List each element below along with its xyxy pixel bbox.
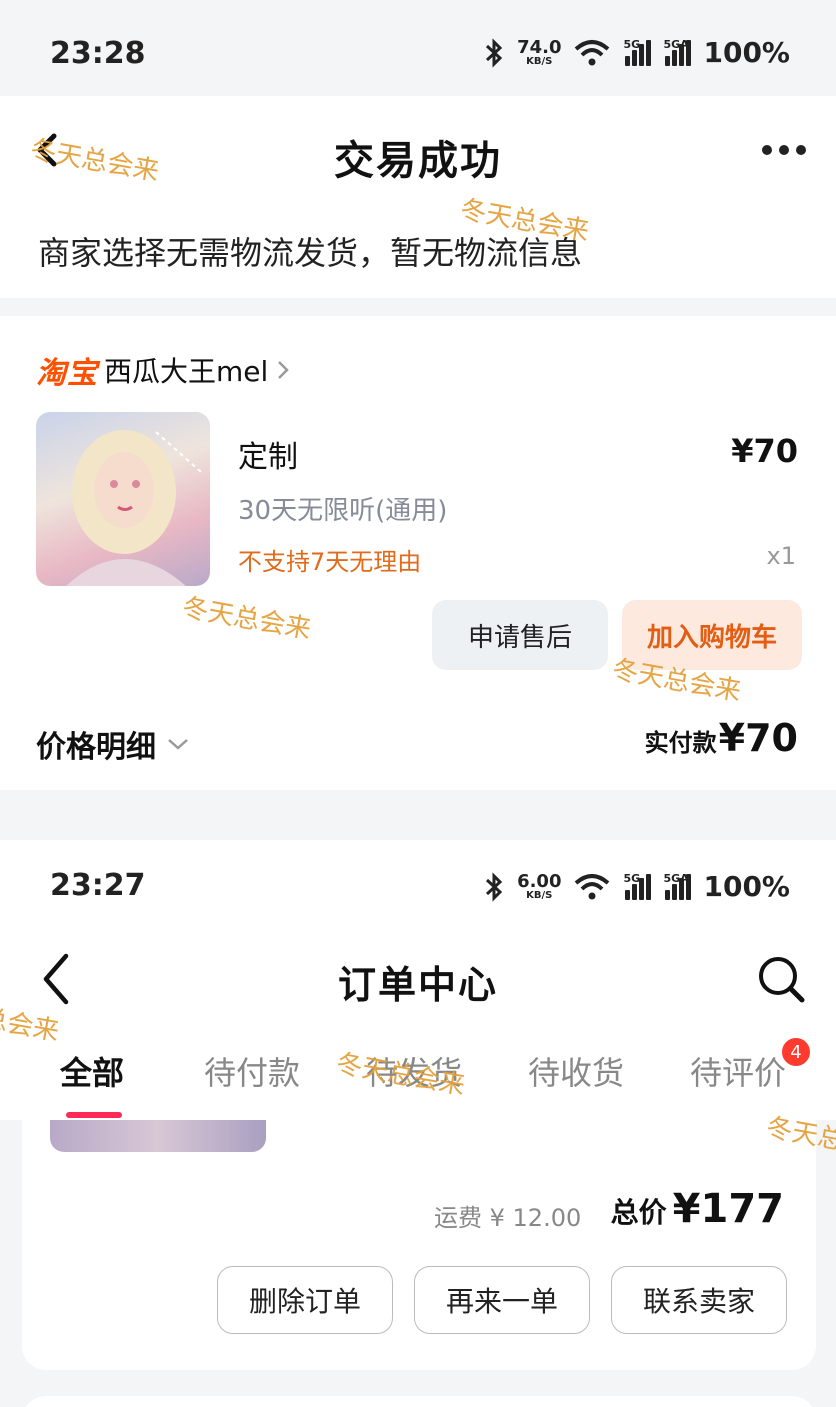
status-time: 23:27 <box>50 868 146 903</box>
order-detail-screen: 23:28 74.0 KB/S 5G 5GA 100% 交易成功 商家选择无需物… <box>0 0 836 840</box>
order-item-image[interactable] <box>50 1120 266 1152</box>
after-sale-button[interactable]: 申请售后 <box>432 600 608 670</box>
network-speed: 74.0 KB/S <box>517 36 562 67</box>
signal-5g-icon: 5G <box>623 872 652 900</box>
taobao-logo: 淘宝 <box>36 356 98 391</box>
contact-seller-button[interactable]: 联系卖家 <box>611 1266 787 1334</box>
item-price: ¥70 <box>731 432 798 470</box>
shop-name: 西瓜大王mel <box>104 355 269 388</box>
wifi-icon <box>575 873 610 899</box>
status-time: 23:28 <box>50 36 146 71</box>
chevron-right-icon <box>278 361 290 379</box>
network-speed: 6.00 KB/S <box>517 870 562 901</box>
tab-pending-receipt[interactable]: 待收货 <box>528 1048 624 1094</box>
page-title: 交易成功 <box>334 138 502 184</box>
battery-level: 100% <box>703 870 790 903</box>
signal-5g-icon: 5G <box>623 38 652 66</box>
more-options-icon[interactable] <box>762 145 806 155</box>
review-count-badge: 4 <box>780 1036 812 1068</box>
paid-amount: 实付款 ¥70 <box>644 716 798 760</box>
order-center-screen: 23:27 6.00 KB/S 5G 5GA 100% 订单中心 全部 待付款 … <box>0 840 836 1407</box>
shop-link[interactable]: 淘宝 西瓜大王mel <box>36 348 292 392</box>
item-spec: 30天无限听(通用) <box>238 496 448 526</box>
logistics-info: 商家选择无需物流发货，暂无物流信息 <box>38 234 583 272</box>
search-icon[interactable] <box>756 954 806 1004</box>
return-policy: 不支持7天无理由 <box>238 548 422 576</box>
tab-pending-review[interactable]: 待评价 <box>690 1048 786 1094</box>
tab-pending-payment[interactable]: 待付款 <box>204 1048 300 1094</box>
order-total: 总价 ¥177 <box>610 1186 784 1232</box>
add-to-cart-button[interactable]: 加入购物车 <box>622 600 802 670</box>
tab-all[interactable]: 全部 <box>60 1048 124 1094</box>
signal-5ga-icon: 5GA <box>663 872 692 900</box>
wifi-icon <box>575 39 610 65</box>
page-title: 订单中心 <box>337 963 498 1007</box>
battery-level: 100% <box>703 36 790 69</box>
status-icons: 74.0 KB/S 5G 5GA 100% <box>483 36 790 69</box>
tab-pending-shipment[interactable]: 待发货 <box>366 1048 462 1094</box>
price-detail-toggle[interactable]: 价格明细 <box>36 722 190 766</box>
item-name: 定制 <box>238 440 298 475</box>
product-image[interactable] <box>36 412 210 586</box>
signal-5ga-icon: 5GA <box>663 38 692 66</box>
delete-order-button[interactable]: 删除订单 <box>217 1266 393 1334</box>
reorder-button[interactable]: 再来一单 <box>414 1266 590 1334</box>
bluetooth-icon <box>486 37 503 68</box>
status-bar: 23:28 74.0 KB/S 5G 5GA 100% <box>0 0 836 71</box>
chevron-down-icon <box>168 739 188 750</box>
bluetooth-icon <box>486 871 503 902</box>
price-detail-label: 价格明细 <box>36 730 156 765</box>
next-order-card <box>22 1396 816 1407</box>
status-icons: 6.00 KB/S 5G 5GA 100% <box>483 870 790 903</box>
shipping-fee: 运费 ¥ 12.00 <box>434 1204 582 1232</box>
active-tab-indicator <box>66 1112 122 1118</box>
order-tabs: 全部 待付款 待发货 待收货 待评价 <box>0 1048 836 1118</box>
item-quantity: x1 <box>766 542 796 570</box>
